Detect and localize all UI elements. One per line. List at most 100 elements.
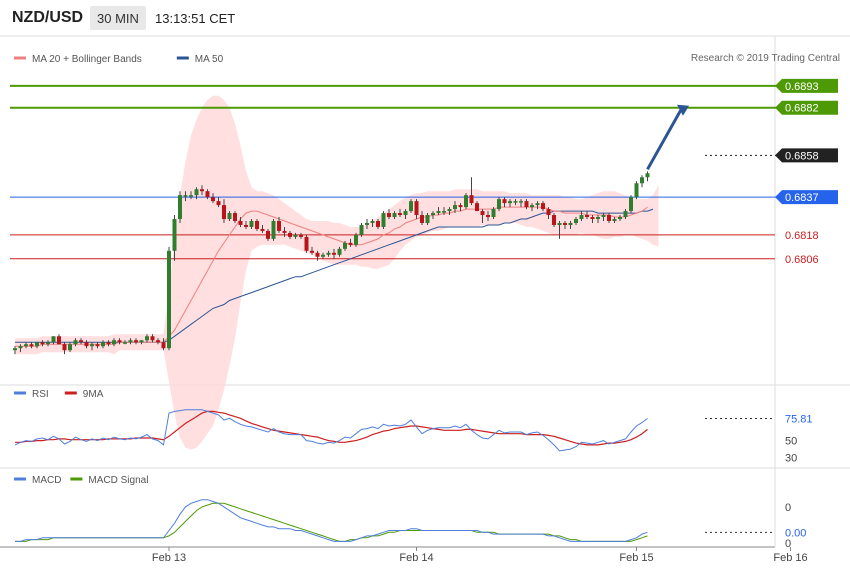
candle	[57, 336, 61, 345]
level-label-4: 0.6818	[785, 230, 819, 242]
candle	[299, 234, 303, 237]
candle	[486, 215, 490, 218]
level-label-2: 0.6858	[785, 150, 819, 162]
candle	[266, 230, 270, 239]
candle	[62, 344, 67, 351]
candle	[271, 221, 276, 239]
candle	[585, 215, 589, 218]
candle	[475, 203, 479, 212]
candle	[332, 252, 336, 255]
candle	[640, 177, 644, 184]
candle	[563, 222, 567, 225]
candle	[436, 211, 441, 214]
candle	[398, 213, 402, 216]
candle	[491, 209, 496, 218]
copyright-label: Research © 2019 Trading Central	[691, 53, 840, 64]
candle	[244, 224, 248, 227]
candle	[519, 201, 523, 203]
candle	[480, 211, 485, 216]
candle	[233, 213, 237, 221]
x-tick-label: Feb 13	[152, 552, 186, 564]
candle	[458, 205, 463, 208]
candle	[145, 336, 149, 341]
candle	[420, 215, 424, 223]
forecast-arrow-shaft	[646, 108, 683, 171]
level-label-5: 0.6806	[785, 254, 819, 266]
candle	[546, 209, 551, 216]
candle	[167, 250, 171, 349]
candle	[79, 340, 83, 343]
candle	[222, 205, 226, 220]
candle	[354, 234, 358, 245]
candle	[260, 228, 265, 231]
candle	[139, 340, 144, 343]
candle	[13, 348, 17, 351]
candle	[326, 252, 331, 255]
price-legend-label-0: MA 20 + Bollinger Bands	[32, 54, 142, 65]
candle	[612, 219, 617, 221]
candle	[508, 201, 512, 204]
candle	[46, 342, 50, 345]
candle	[211, 197, 215, 202]
candle	[469, 195, 474, 204]
candle	[425, 215, 430, 223]
candle	[596, 217, 600, 220]
rsi-9ma-line	[15, 410, 648, 446]
rsi-legend-label-1: 9MA	[83, 389, 104, 400]
rsi-legend-label-0: RSI	[32, 389, 49, 400]
candle	[101, 342, 105, 347]
candle	[255, 221, 259, 229]
candle	[497, 199, 501, 210]
candle	[315, 252, 320, 257]
candle	[579, 215, 584, 220]
candle	[183, 195, 188, 197]
candle	[623, 211, 628, 218]
candle	[381, 213, 386, 227]
candle	[24, 344, 28, 347]
candle	[590, 217, 595, 220]
candle	[376, 221, 380, 227]
candle	[200, 189, 204, 192]
candle	[442, 211, 446, 213]
candle	[227, 213, 232, 220]
candle	[18, 346, 23, 349]
candle	[574, 219, 578, 223]
rsi-line	[14, 409, 648, 452]
candle	[238, 221, 243, 225]
candle	[95, 344, 100, 347]
candle	[293, 234, 298, 237]
candle	[557, 222, 562, 225]
candle	[502, 199, 507, 204]
candle	[205, 191, 210, 198]
candle	[601, 215, 606, 218]
candle	[409, 201, 413, 212]
chart-canvas: MA 20 + Bollinger Bands MA 50 RSI 9MA MACD MA…	[0, 35, 850, 564]
candle	[447, 209, 452, 212]
candle	[629, 197, 633, 212]
candle	[249, 221, 254, 227]
level-label-3: 0.6837	[785, 192, 819, 204]
candle	[541, 203, 545, 210]
candle	[618, 217, 622, 220]
candle	[348, 242, 353, 245]
candle	[337, 248, 342, 255]
candle	[123, 342, 127, 344]
macd-tick-label: 0	[785, 502, 791, 514]
candle	[194, 189, 199, 196]
candle	[288, 232, 292, 237]
candle	[51, 336, 56, 343]
candle	[310, 250, 314, 253]
candle	[277, 221, 281, 231]
candle	[535, 203, 540, 206]
x-tick-label: Feb 15	[619, 552, 653, 564]
candle	[414, 201, 419, 216]
candle	[513, 201, 518, 203]
candle	[453, 205, 457, 210]
x-tick-label: Feb 14	[399, 552, 433, 564]
candle	[68, 344, 72, 351]
candle	[84, 342, 89, 347]
candle	[216, 201, 221, 206]
candle	[552, 215, 556, 225]
candle	[40, 342, 45, 345]
candle	[387, 213, 391, 218]
